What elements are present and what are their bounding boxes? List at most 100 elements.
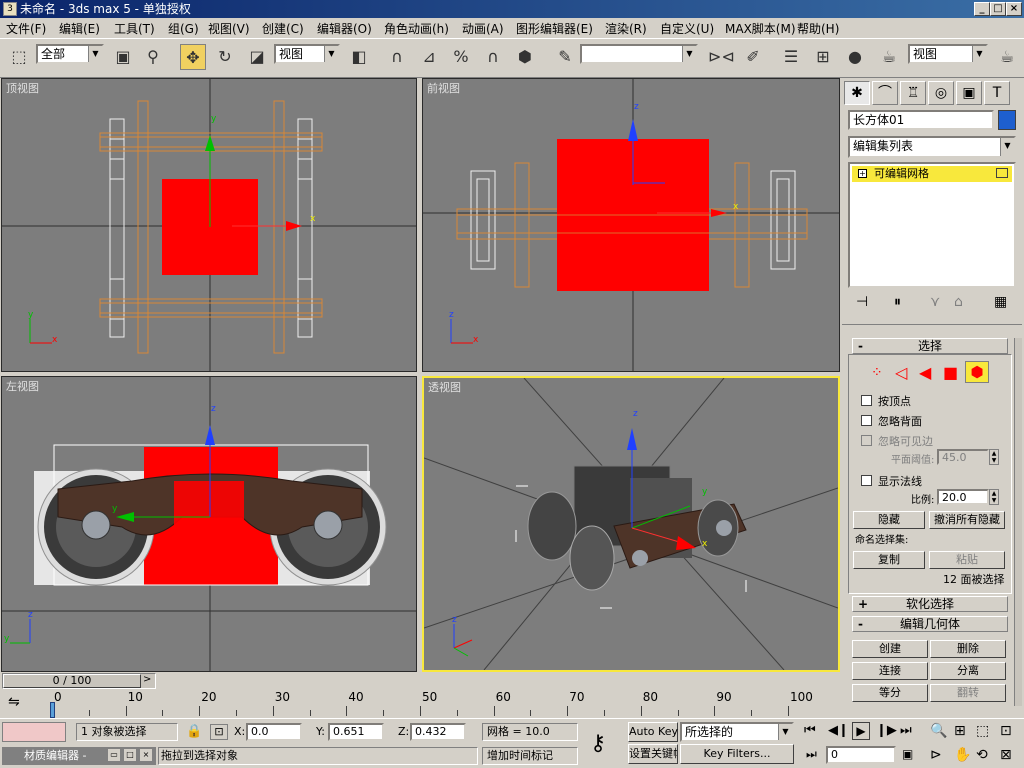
align-icon[interactable]: ✐ — [740, 44, 766, 70]
pivot-center-icon[interactable]: ◧ — [346, 44, 372, 70]
track-bar[interactable]: ⇋ 0 10 20 30 40 50 60 70 80 90 100 — [0, 690, 840, 718]
menu-edit[interactable]: 编辑(E) — [59, 20, 100, 37]
modify-tab-icon[interactable]: ⌒ — [872, 81, 898, 105]
utilities-tab-icon[interactable]: T — [984, 81, 1010, 105]
stack-item[interactable]: + 可编辑网格 — [852, 166, 1012, 182]
configure-sets-icon[interactable]: ▦ — [994, 294, 1007, 310]
lock-icon[interactable]: 🔒 — [186, 724, 202, 739]
rotate-icon[interactable]: ↻ — [212, 44, 238, 70]
zoom-extents-all-icon[interactable]: ⊡ — [1000, 723, 1012, 739]
track-view-icon[interactable]: ☰ — [778, 44, 804, 70]
reference-coord-dropdown[interactable]: 视图 ▼ — [274, 44, 340, 64]
percent-snap-icon[interactable]: % — [448, 44, 474, 70]
make-unique-icon[interactable]: ⋎ — [930, 294, 940, 310]
paste-button[interactable]: 粘贴 — [929, 551, 1005, 569]
display-tab-icon[interactable]: ▣ — [956, 81, 982, 105]
object-name-field[interactable]: 长方体01 — [848, 110, 994, 130]
object-color-swatch[interactable] — [998, 110, 1016, 130]
planar-threshold-spinner[interactable]: ▲ ▼ — [989, 449, 999, 465]
menu-file[interactable]: 文件(F) — [6, 20, 46, 37]
selection-filter-dropdown[interactable]: 全部 ▼ — [36, 44, 104, 64]
polygon-icon[interactable]: ■ — [943, 363, 958, 382]
delete-button[interactable]: 删除 — [930, 640, 1006, 658]
element-icon[interactable]: ⬢ — [965, 361, 989, 383]
edge-icon[interactable]: ◁ — [895, 363, 907, 382]
named-selection-icon[interactable]: ✎ — [552, 44, 578, 70]
snap-3d-icon[interactable]: ∩ — [384, 44, 410, 70]
go-to-end-icon[interactable]: ⏭ — [900, 723, 912, 738]
field-of-view-icon[interactable]: ⊳ — [930, 747, 942, 763]
material-editor-task[interactable]: 材质编辑器 - ▭ □ × — [2, 747, 156, 765]
key-filters-button[interactable]: Key Filters... — [680, 744, 794, 764]
absolute-mode-icon[interactable]: ⊡ — [210, 724, 228, 740]
schematic-view-icon[interactable]: ⊞ — [810, 44, 836, 70]
render-scene-icon[interactable]: ☕ — [876, 44, 902, 70]
close-button[interactable]: × — [1006, 2, 1022, 16]
menu-animation[interactable]: 动画(A) — [462, 20, 504, 37]
menu-rendering[interactable]: 渲染(R) — [605, 20, 647, 37]
menu-customize[interactable]: 自定义(U) — [660, 20, 714, 37]
maximize-icon[interactable]: □ — [124, 749, 136, 761]
key-icon[interactable]: ⚷ — [590, 731, 606, 756]
selection-rollout-header[interactable]: - 选择 — [852, 338, 1008, 354]
hide-button[interactable]: 隐藏 — [853, 511, 925, 529]
menu-create[interactable]: 创建(C) — [262, 20, 304, 37]
spinner-snap-icon[interactable]: ∩ — [480, 44, 506, 70]
restore-icon[interactable]: ▭ — [108, 749, 120, 761]
menu-views[interactable]: 视图(V) — [208, 20, 250, 37]
set-key-button[interactable]: 设置关键帧 — [628, 744, 678, 764]
menu-modifiers[interactable]: 编辑器(O) — [317, 20, 372, 37]
attach-button[interactable]: 连接 — [852, 662, 928, 680]
render-type-dropdown[interactable]: 视图 ▼ — [908, 44, 988, 64]
quick-render-icon[interactable]: ☕ — [994, 44, 1020, 70]
y-coord-field[interactable]: 0.651 — [328, 723, 384, 741]
x-coord-field[interactable]: 0.0 — [246, 723, 302, 741]
viewport-label-top[interactable]: 顶视图 — [6, 80, 39, 96]
auto-key-button[interactable]: Auto Key — [628, 722, 678, 742]
divide-button[interactable]: 等分 — [852, 684, 928, 702]
frame-display[interactable]: 0 / 100 — [3, 674, 141, 688]
play-icon[interactable]: ▶ — [852, 722, 870, 740]
scale-spinner[interactable]: ▲ ▼ — [989, 489, 999, 505]
close-icon[interactable]: × — [140, 749, 152, 761]
viewport-label-front[interactable]: 前视图 — [427, 80, 460, 96]
zoom-all-icon[interactable]: ⊞ — [954, 723, 966, 739]
zoom-icon[interactable]: 🔍 — [930, 723, 947, 739]
go-to-start-icon[interactable]: ⏮ — [804, 723, 816, 738]
mirror-icon[interactable]: ⊳⊲ — [708, 44, 735, 70]
key-mode-toggle-icon[interactable]: ⏭ — [806, 747, 817, 762]
time-cursor[interactable] — [50, 702, 55, 718]
previous-frame-icon[interactable]: ◀❙ — [828, 723, 849, 738]
edit-geometry-rollout-header[interactable]: - 编辑几何体 — [852, 616, 1008, 632]
maximize-viewport-icon[interactable]: ⊠ — [1000, 747, 1012, 763]
add-time-tag[interactable]: 增加时间标记 — [482, 747, 578, 765]
named-selection-dropdown[interactable]: ▼ — [580, 44, 698, 64]
viewport-label-left[interactable]: 左视图 — [6, 378, 39, 394]
edit-named-selection-icon[interactable]: ⬢ — [512, 44, 538, 70]
next-frame-icon[interactable]: > — [143, 674, 151, 685]
modifier-list-dropdown[interactable]: 编辑集列表 ▼ — [848, 136, 1016, 158]
viewport-label-perspective[interactable]: 透视图 — [428, 379, 461, 395]
move-icon[interactable]: ✥ — [180, 44, 206, 70]
planar-threshold-field[interactable]: 45.0 — [937, 449, 989, 465]
face-icon[interactable]: ◀ — [919, 363, 931, 382]
unhide-all-button[interactable]: 撤消所有隐藏 — [929, 511, 1005, 529]
create-button[interactable]: 创建 — [852, 640, 928, 658]
maximize-button[interactable]: □ — [990, 2, 1006, 16]
by-vertex-checkbox[interactable]: 按顶点 — [861, 393, 911, 409]
current-frame-field[interactable]: 0 — [826, 746, 896, 764]
create-tab-icon[interactable]: ✱ — [844, 81, 870, 105]
menu-help[interactable]: 帮助(H) — [797, 20, 839, 37]
pan-icon[interactable]: ✋ — [954, 747, 971, 763]
menu-character[interactable]: 角色动画(h) — [384, 20, 449, 37]
select-by-name-icon[interactable]: ▣ — [110, 44, 136, 70]
time-config-icon[interactable]: ▣ — [902, 747, 913, 761]
menu-tools[interactable]: 工具(T) — [114, 20, 155, 37]
remove-modifier-icon[interactable]: ⌂ — [954, 294, 963, 310]
viewport-left[interactable]: z y z y 左视图 — [1, 376, 417, 672]
scale-icon[interactable]: ◪ — [244, 44, 270, 70]
ignore-visible-edges-checkbox[interactable]: 忽略可见边 — [861, 433, 933, 449]
maxscript-listener[interactable] — [2, 722, 66, 742]
3ds-max-icon[interactable]: 3 — [3, 2, 17, 16]
command-panel-scrollbar[interactable] — [1014, 338, 1022, 706]
